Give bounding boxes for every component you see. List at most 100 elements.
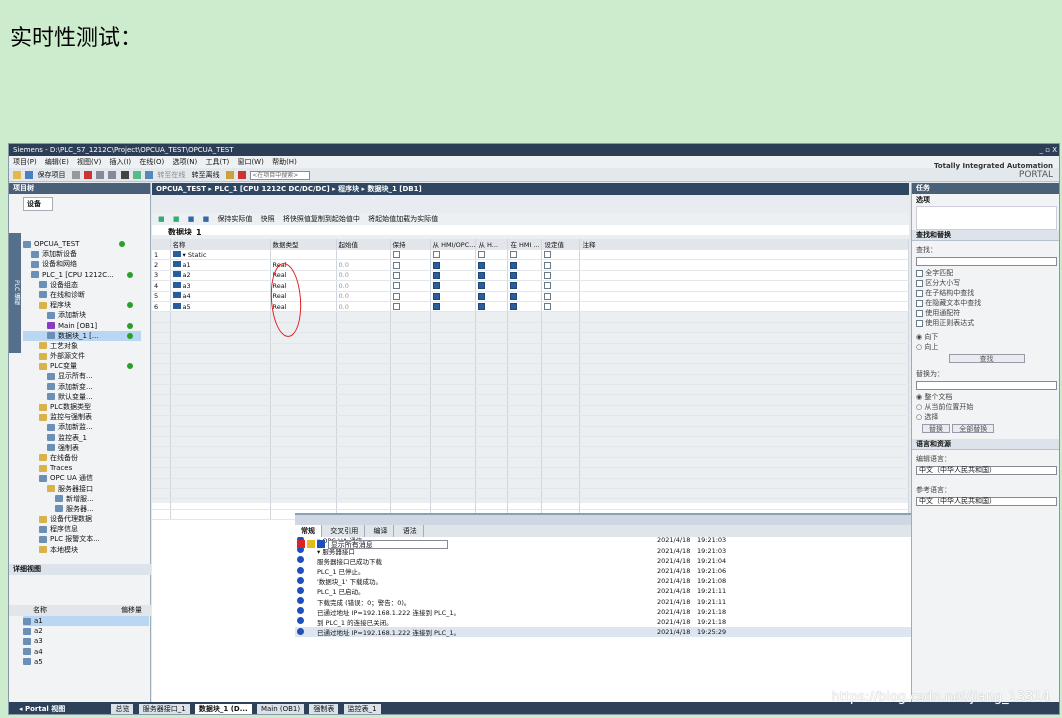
taskbar-watch-table[interactable]: 监控表_1 (343, 704, 381, 714)
menu-online[interactable]: 在线(O) (139, 158, 164, 166)
row-comment[interactable] (579, 291, 909, 302)
find-replace-section[interactable]: 查找和替换 (912, 230, 1059, 241)
row-name[interactable]: a3 (170, 280, 271, 292)
taskbar-server-interface[interactable]: 服务器接口_1 (138, 704, 190, 714)
col-hmi-write[interactable]: 从 H... (475, 239, 509, 250)
db-row[interactable]: 4 a3 Real 0.0 (152, 280, 909, 292)
tree-item[interactable]: 程序块 (23, 300, 141, 310)
row-name[interactable]: a1 (170, 259, 271, 271)
row-start-value[interactable]: 0.0 (336, 259, 391, 271)
checkbox[interactable] (916, 299, 923, 307)
check-case[interactable]: 区分大小写 (912, 278, 1059, 288)
row-hmi-write[interactable] (475, 249, 509, 261)
row-name[interactable]: ▾ Static (170, 249, 271, 261)
detail-row[interactable]: a3 (23, 636, 149, 646)
tree-item[interactable]: 外部源文件 (23, 351, 141, 361)
row-hmi-access[interactable] (430, 280, 477, 292)
row-retain[interactable] (390, 270, 431, 282)
checkbox[interactable] (478, 292, 486, 300)
radio-from-current[interactable]: ○ 从当前位置开始 (912, 402, 1059, 412)
checkbox[interactable] (916, 289, 923, 297)
row-retain[interactable] (390, 280, 431, 292)
detail-row[interactable]: a5 (23, 657, 149, 667)
row-start-value[interactable]: 0.0 (336, 280, 391, 292)
tab-cross-ref[interactable]: 交叉引用 (324, 525, 366, 537)
checkbox[interactable] (478, 303, 486, 311)
compile-icon[interactable] (132, 171, 141, 179)
tree-item[interactable]: 设备和网络 (23, 259, 141, 269)
row-setpoint[interactable] (541, 249, 581, 261)
checkbox[interactable] (916, 309, 923, 317)
row-comment[interactable] (579, 270, 909, 282)
save-icon[interactable] (25, 171, 34, 179)
tree-item-selected[interactable]: 数据块_1 [... (23, 330, 141, 341)
checkbox[interactable] (544, 271, 552, 279)
tree-item[interactable]: 程序信息 (23, 524, 141, 534)
tree-item[interactable]: Main [OB1] (23, 321, 141, 331)
detail-view-header[interactable]: 详细视图 (9, 564, 151, 575)
checkbox[interactable] (510, 303, 518, 311)
taskbar-force-table[interactable]: 强制表 (309, 704, 339, 714)
tree-item[interactable]: Traces (23, 463, 141, 473)
tree-item[interactable]: 服务器接口 (23, 484, 141, 494)
cut-icon[interactable] (83, 171, 92, 179)
checkbox[interactable] (478, 282, 486, 290)
replace-input[interactable] (916, 381, 1057, 390)
checkbox[interactable] (392, 261, 400, 269)
menu-window[interactable]: 窗口(W) (237, 158, 263, 166)
menu-edit[interactable]: 编辑(E) (45, 158, 69, 166)
project-search-input[interactable]: <在项目中搜索> (250, 170, 311, 180)
tree-item[interactable]: 添加新变... (23, 382, 141, 392)
checkbox[interactable] (544, 251, 552, 259)
new-project-icon[interactable] (13, 171, 21, 179)
row-hmi-write[interactable] (475, 270, 509, 282)
row-name[interactable]: a5 (170, 301, 271, 313)
checkbox[interactable] (392, 282, 400, 290)
print-icon[interactable] (71, 171, 80, 179)
delete-icon[interactable] (120, 171, 129, 179)
col-comment[interactable]: 注释 (579, 239, 909, 250)
db-row[interactable]: 1 ▾ Static (152, 249, 909, 261)
row-setpoint[interactable] (541, 291, 581, 302)
check-whole-word[interactable]: 全字匹配 (912, 268, 1059, 278)
row-hmi-access[interactable] (430, 301, 477, 313)
col-setpoint[interactable]: 设定值 (541, 239, 581, 250)
tree-item[interactable]: 强制表 (23, 443, 141, 453)
check-wildcards[interactable]: 使用通配符 (912, 308, 1059, 318)
col-retain[interactable]: 保持 (390, 239, 431, 250)
tree-item[interactable]: OPCUA_TEST (23, 239, 141, 249)
row-hmi-access[interactable] (430, 249, 477, 261)
window-controls[interactable]: _ ▫ X (1040, 144, 1058, 156)
checkbox[interactable] (510, 261, 518, 269)
check-hidden[interactable]: 在隐藏文本中查找 (912, 298, 1059, 308)
db-row[interactable]: 5 a4 Real 0.0 (152, 291, 909, 302)
db-row[interactable]: 2 a1 Real 0.0 (152, 259, 909, 271)
find-button[interactable]: 查找 (948, 354, 1025, 363)
menu-help[interactable]: 帮助(H) (272, 158, 297, 166)
checkbox[interactable] (544, 282, 552, 290)
load-start-values-button[interactable]: 将起始值加载为实际值 (368, 215, 438, 223)
edit-language-select[interactable]: 中文（中华人民共和国） (916, 466, 1057, 475)
row-comment[interactable] (579, 301, 909, 313)
tab-syntax[interactable]: 语法 (397, 525, 424, 537)
menu-options[interactable]: 选项(N) (173, 158, 198, 166)
row-setpoint[interactable] (541, 270, 581, 282)
col-name[interactable]: 名称 (170, 239, 271, 250)
row-retain[interactable] (390, 249, 431, 261)
col-hmi-visible[interactable]: 在 HMI ... (507, 239, 543, 250)
row-setpoint[interactable] (541, 259, 581, 271)
tree-item[interactable]: 显示所有... (23, 371, 141, 381)
tree-item[interactable]: 监控与强制表 (23, 412, 141, 422)
detail-row[interactable]: a1 (23, 616, 149, 627)
replace-all-button[interactable]: 全部替换 (952, 424, 995, 433)
row-name[interactable]: a4 (170, 291, 271, 302)
taskbar-main-ob1[interactable]: Main (OB1) (256, 704, 305, 714)
save-project-button[interactable]: 保存项目 (37, 171, 65, 179)
copy-icon[interactable] (96, 171, 105, 179)
checkbox[interactable] (392, 251, 400, 259)
radio-whole-doc[interactable]: ◉ 整个文档 (912, 392, 1059, 402)
db-row[interactable]: 3 a2 Real 0.0 (152, 270, 909, 282)
check-regex[interactable]: 使用正则表达式 (912, 318, 1059, 328)
row-retain[interactable] (390, 259, 431, 271)
db-row[interactable]: 6 a5 Real 0.0 (152, 301, 909, 313)
